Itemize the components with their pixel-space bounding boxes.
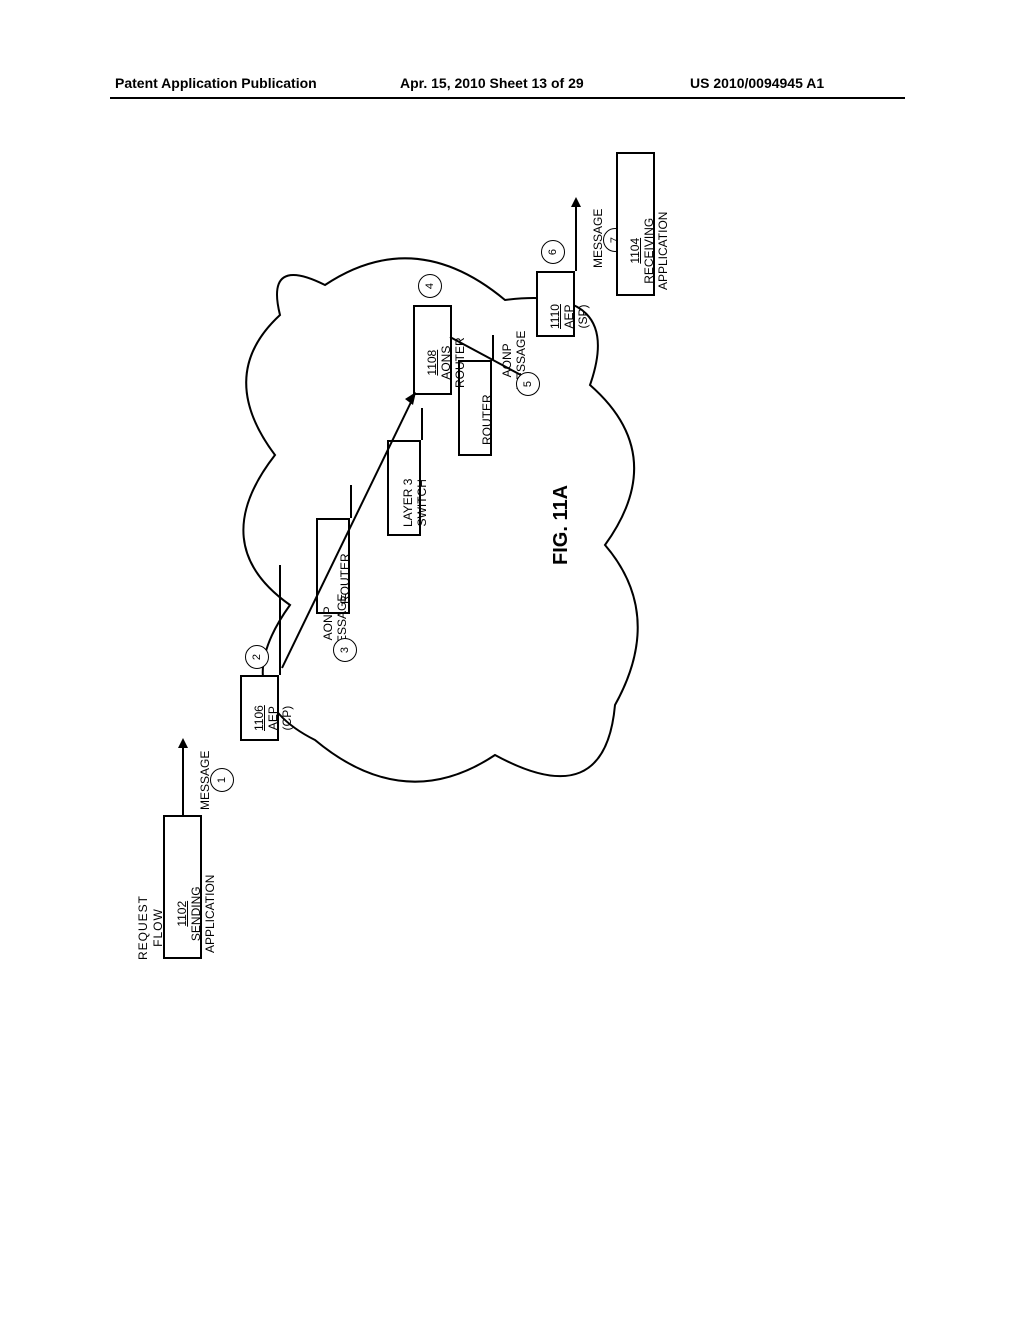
arrow-1 xyxy=(178,738,188,816)
step-circle-5: 5 xyxy=(516,372,540,396)
receiving-application-text: 1104 RECEIVING APPLICATION xyxy=(628,212,670,290)
request-flow-label: REQUEST FLOW xyxy=(136,895,166,960)
step-circle-2: 2 xyxy=(245,645,269,669)
step-circle-1: 1 xyxy=(210,768,234,792)
arrow-aepcp-aons xyxy=(280,390,425,670)
router-2-text: ROUTER xyxy=(480,394,494,445)
arrow-7 xyxy=(571,197,581,271)
figure-label: FIG. 11A xyxy=(550,485,573,565)
aep-sp-text: 1110 AEP (SP) xyxy=(548,304,590,329)
aep-cp-text: 1106 AEP (CP) xyxy=(252,705,294,731)
step-circle-6: 6 xyxy=(541,240,565,264)
step-circle-3: 3 xyxy=(333,638,357,662)
sending-application-text: 1102 SENDING APPLICATION xyxy=(175,875,217,953)
step-circle-4: 4 xyxy=(418,274,442,298)
figure-11a: REQUEST FLOW 1102 SENDING APPLICATION ME… xyxy=(0,0,1024,1320)
